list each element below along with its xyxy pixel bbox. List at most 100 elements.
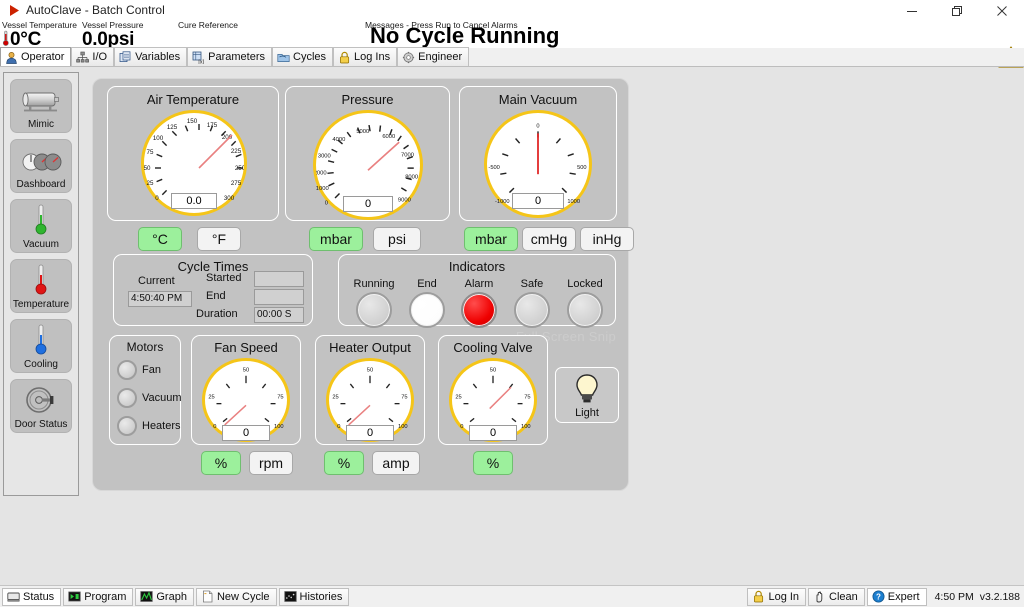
sidebar-item-temperature[interactable]: Temperature [10,259,72,313]
cycle-times-panel: Cycle Times Current 4:50:40 PM Started E… [113,254,313,326]
svg-text:?: ? [876,593,881,602]
svg-text:-1000: -1000 [495,199,510,205]
unit-label: mbar [320,231,352,247]
sidebar-item-door-status[interactable]: Door Status [10,379,72,433]
door-hatch-icon [18,383,64,419]
indicator-lamp [356,292,392,328]
motor-lamp [117,388,137,408]
new-cycle-button-label: New Cycle [217,591,270,603]
svg-text:0: 0 [536,123,539,129]
log-in-button-label: Log In [768,591,799,603]
main-vacuum-readout: 0 [512,193,564,209]
main-vacuum-unit-cmhg[interactable]: cmHg [522,227,576,251]
cooling-valve-unit-percent[interactable]: % [473,451,513,475]
log-in-button[interactable]: Log In [747,588,806,606]
sidebar-item-mimic[interactable]: Mimic [10,79,72,133]
indicator-lamp [567,292,603,328]
started-time-field [254,271,304,287]
tab-io[interactable]: I/O [71,47,114,66]
light-button-label: Light [575,407,599,419]
indicator-label: Locked [555,278,615,290]
window-title: AutoClave - Batch Control [26,3,165,17]
play-triangle-icon [8,4,20,17]
unit-label: °F [212,231,226,247]
svg-text:0: 0 [337,424,340,430]
sidebar-item-vacuum[interactable]: Vacuum [10,199,72,253]
svg-text:25: 25 [332,395,338,401]
clock-time: 4:50 PM [935,591,974,603]
graph-button[interactable]: Graph [135,588,194,606]
tab-operator[interactable]: Operator [0,47,71,66]
new-cycle-button[interactable]: New Cycle [196,588,277,606]
unit-label: rpm [259,455,283,471]
tab-engineer[interactable]: Engineer [397,47,469,66]
svg-text:25: 25 [147,180,154,187]
svg-text:100: 100 [521,424,531,430]
heater-output-unit-percent[interactable]: % [324,451,364,475]
fan-speed-unit-percent[interactable]: % [201,451,241,475]
indicators-panel: Indicators Running End Alarm Safe Locked [338,254,616,326]
heater-output-unit-amp[interactable]: amp [372,451,420,475]
tab-cycles[interactable]: Cycles [272,47,333,66]
expert-button[interactable]: ? Expert [867,588,927,606]
air-temperature-panel: Air Temperature [107,86,279,221]
tab-label: Operator [21,51,64,63]
svg-text:6000: 6000 [382,134,395,140]
pressure-unit-psi[interactable]: psi [373,227,421,251]
air-temperature-unit-f[interactable]: °F [197,227,241,251]
fan-speed-unit-rpm[interactable]: rpm [249,451,293,475]
tab-label: Variables [135,51,180,63]
tab-variables[interactable]: Variables [114,47,187,66]
unit-label: inHg [593,231,622,247]
pressure-unit-mbar[interactable]: mbar [309,227,363,251]
clean-button[interactable]: Clean [808,588,865,606]
main-vacuum-title: Main Vacuum [460,92,616,107]
duration-field: 00:00 S [254,307,304,323]
histories-button[interactable]: Histories [279,588,350,606]
air-temperature-unit-c[interactable]: °C [138,227,182,251]
svg-text:225: 225 [231,148,242,155]
tab-label: Engineer [418,51,462,63]
close-button[interactable] [979,0,1024,22]
tab-log-ins[interactable]: Log Ins [333,47,397,66]
motor-label: Vacuum [142,392,182,404]
histories-icon [284,590,297,603]
sidebar-item-dashboard[interactable]: Dashboard [10,139,72,193]
indicator-label: End [397,278,457,290]
tab-label: Parameters [208,51,265,63]
program-button[interactable]: Program [63,588,133,606]
svg-text:75: 75 [277,395,283,401]
tab-label: Log Ins [354,51,390,63]
restore-button[interactable] [934,0,979,22]
svg-text:75: 75 [524,395,530,401]
variables-icon [119,51,132,64]
svg-text:75: 75 [401,395,407,401]
indicator-end: End [409,292,445,328]
svg-text:0: 0 [155,195,159,202]
status-button-label: Status [23,591,54,603]
tab-parameters[interactable]: [x] Parameters [187,47,272,66]
svg-text:0: 0 [460,424,463,430]
new-cycle-icon [201,590,214,603]
light-button[interactable]: Light [555,367,619,423]
window-controls [889,0,1024,22]
minimize-button[interactable] [889,0,934,22]
end-time-field [254,289,304,305]
svg-text:50: 50 [243,368,249,374]
unit-label: % [487,455,499,471]
main-vacuum-unit-inhg[interactable]: inHg [580,227,634,251]
indicator-lamp [461,292,497,328]
motor-label: Heaters [142,420,181,432]
svg-text:50: 50 [490,368,496,374]
heater-output-readout: 0 [346,425,394,441]
status-button[interactable]: Status [2,588,61,606]
unit-label: % [215,455,227,471]
cooling-valve-readout: 0 [469,425,517,441]
main-vacuum-unit-mbar[interactable]: mbar [464,227,518,251]
dashboard-gauges-icon [18,143,64,179]
tab-label: I/O [92,51,107,63]
unit-label: °C [152,231,168,247]
sidebar-item-cooling[interactable]: Cooling [10,319,72,373]
light-bulb-icon [573,373,601,405]
svg-text:0: 0 [325,201,328,207]
